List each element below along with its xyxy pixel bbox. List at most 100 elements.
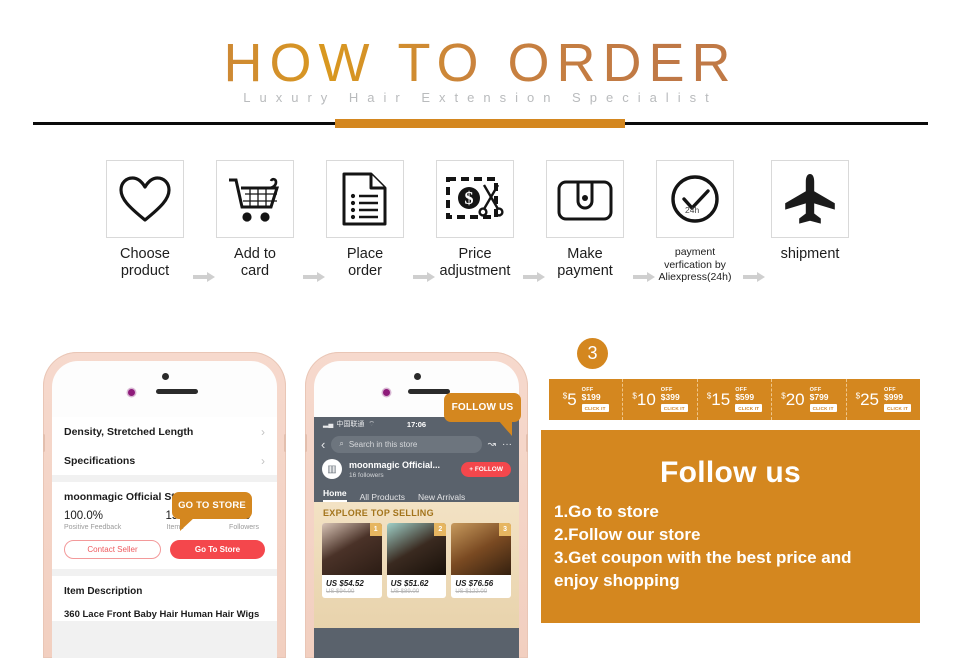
step-label: Make payment <box>557 246 613 279</box>
step-place-order: Place order <box>325 160 405 280</box>
tab-all-products[interactable]: All Products <box>360 492 405 502</box>
order-steps: Choose product Add to card Place order $… <box>0 160 961 300</box>
coupon-min-spend: $999 <box>884 392 903 402</box>
svg-text:24h: 24h <box>685 205 699 215</box>
follow-step: 3.Get coupon with the best price and <box>554 548 852 567</box>
step-add-to-cart: Add to card <box>215 160 295 280</box>
item-description-body: 360 Lace Front Baby Hair Human Hair Wigs <box>64 609 260 620</box>
store-page-content: ▂▄ 中国联通 ⌔ 17:06 ‹ ⌕ Search in this store… <box>314 417 519 658</box>
step-payment-verification: 24h payment verfication by Aliexpress(24h) <box>655 160 735 284</box>
front-camera-icon <box>413 373 421 380</box>
coupon-click-button[interactable]: CLICK IT <box>809 404 837 412</box>
follow-step: 1.Go to store <box>554 502 659 521</box>
store-header: ▥ moonmagic Official... 16 followers + F… <box>314 457 519 484</box>
coupon-min-spend: $799 <box>809 392 829 402</box>
follow-step: 2.Follow our store <box>554 525 701 544</box>
step-label: Choose product <box>120 246 170 279</box>
product-image: 3 <box>451 523 512 575</box>
product-price: US $51.62 <box>390 579 429 588</box>
product-card[interactable]: 2 US $51.62 US $89.00 <box>386 523 447 598</box>
step-label: shipment <box>780 246 840 262</box>
store-search-bar: ‹ ⌕ Search in this store ↝ ··· <box>314 431 519 457</box>
arrow-icon <box>413 272 435 282</box>
svg-text:$: $ <box>465 188 474 208</box>
phone-side-button <box>526 434 528 452</box>
coupon-amount: $25 <box>855 390 880 409</box>
follow-button[interactable]: + FOLLOW <box>461 461 511 477</box>
store-avatar: ▥ <box>322 459 342 479</box>
coupon-item[interactable]: $5 OFF $199 CLICK IT <box>549 379 624 420</box>
more-options-icon[interactable]: ··· <box>502 439 512 450</box>
attribute-list: Density, Stretched Length › Specificatio… <box>52 417 277 475</box>
coupon-item[interactable]: $10 OFF $399 CLICK IT <box>623 379 698 420</box>
front-camera-icon <box>161 373 169 380</box>
row-density[interactable]: Density, Stretched Length › <box>52 417 277 446</box>
stat-label: Positive Feedback <box>64 524 122 531</box>
store-identity: moonmagic Official... 16 followers <box>349 460 440 479</box>
share-icon[interactable]: ↝ <box>488 439 496 450</box>
arrow-icon <box>633 272 655 282</box>
product-old-price: US $89.00 <box>390 589 420 595</box>
section-divider <box>52 569 277 576</box>
step-shipment: shipment <box>770 160 850 263</box>
page-subtitle: Luxury Hair Extension Specialist <box>243 90 718 105</box>
follow-us-panel: Follow us 1.Go to store 2.Follow our sto… <box>541 430 920 623</box>
product-image: 1 <box>322 523 382 575</box>
section-divider <box>52 475 277 482</box>
step-label: Place order <box>346 246 384 279</box>
callout-tail <box>498 420 512 436</box>
product-page-content: Density, Stretched Length › Specificatio… <box>52 417 277 658</box>
chevron-right-icon: › <box>261 453 265 468</box>
earpiece-icon <box>407 389 450 394</box>
page-title: HOW TO ORDER <box>0 32 961 94</box>
step-make-payment: Make payment <box>545 160 625 280</box>
store-tabs: Home All Products New Arrivals <box>314 484 519 502</box>
back-icon[interactable]: ‹ <box>321 437 325 452</box>
product-card[interactable]: 3 US $76.56 US $122.00 <box>451 523 512 598</box>
coupon-details: OFF $999 CLICK IT <box>884 387 912 412</box>
shopping-cart-icon <box>216 160 294 238</box>
follow-us-callout: FOLLOW US <box>444 393 521 436</box>
product-card[interactable]: 1 US $54.52 US $94.00 <box>322 523 382 598</box>
coupon-strip: $5 OFF $199 CLICK IT $10 OFF $399 CLICK … <box>549 379 920 420</box>
step-price-adjustment: $ Price adjustment <box>435 160 515 280</box>
row-specifications[interactable]: Specifications › <box>52 446 277 475</box>
coupon-click-button[interactable]: CLICK IT <box>660 404 688 412</box>
coupon-min-spend: $399 <box>660 392 680 402</box>
search-placeholder: Search in this store <box>348 439 418 449</box>
follow-us-title: Follow us <box>659 456 802 489</box>
top-selling-heading: EXPLORE TOP SELLING <box>323 508 434 518</box>
callout-label: FOLLOW US <box>451 402 514 413</box>
price-scissors-icon: $ <box>436 160 514 238</box>
proximity-sensor-icon <box>382 389 390 396</box>
item-description-section: Item Description 360 Lace Front Baby Hai… <box>52 576 277 621</box>
coupon-amount: $20 <box>781 390 805 409</box>
step-number-badge: 3 <box>577 338 608 369</box>
coupon-click-button[interactable]: CLICK IT <box>884 404 912 412</box>
search-input[interactable]: ⌕ Search in this store <box>331 435 482 453</box>
rank-badge: 2 <box>434 523 447 536</box>
airplane-icon <box>771 160 849 238</box>
step-label: Price adjustment <box>439 246 511 279</box>
product-old-price: US $94.00 <box>326 589 355 595</box>
coupon-click-button[interactable]: CLICK IT <box>735 404 763 412</box>
wallet-icon <box>546 160 624 238</box>
coupon-min-spend: $599 <box>735 392 755 402</box>
tab-home[interactable]: Home <box>323 488 347 502</box>
document-icon <box>326 160 404 238</box>
coupon-item[interactable]: $20 OFF $799 CLICK IT <box>772 379 847 420</box>
top-selling-section: EXPLORE TOP SELLING 1 US $54.52 US $94.0… <box>314 502 519 628</box>
row-label: Density, Stretched Length <box>64 425 194 438</box>
heart-icon <box>106 160 184 238</box>
callout-tail <box>180 517 195 531</box>
stat-positive-feedback: 100.0% Positive Feedback <box>64 510 121 531</box>
product-price: US $54.52 <box>326 579 364 588</box>
row-label: Specifications <box>64 454 136 467</box>
coupon-item[interactable]: $15 OFF $599 CLICK IT <box>698 379 773 420</box>
coupon-click-button[interactable]: CLICK IT <box>581 404 609 412</box>
go-to-store-button[interactable]: Go To Store <box>170 540 265 559</box>
coupon-item[interactable]: $25 OFF $999 CLICK IT <box>847 379 920 420</box>
go-to-store-callout: GO TO STORE <box>172 492 252 531</box>
contact-seller-button[interactable]: Contact Seller <box>64 540 161 559</box>
tab-new-arrivals[interactable]: New Arrivals <box>418 492 465 502</box>
